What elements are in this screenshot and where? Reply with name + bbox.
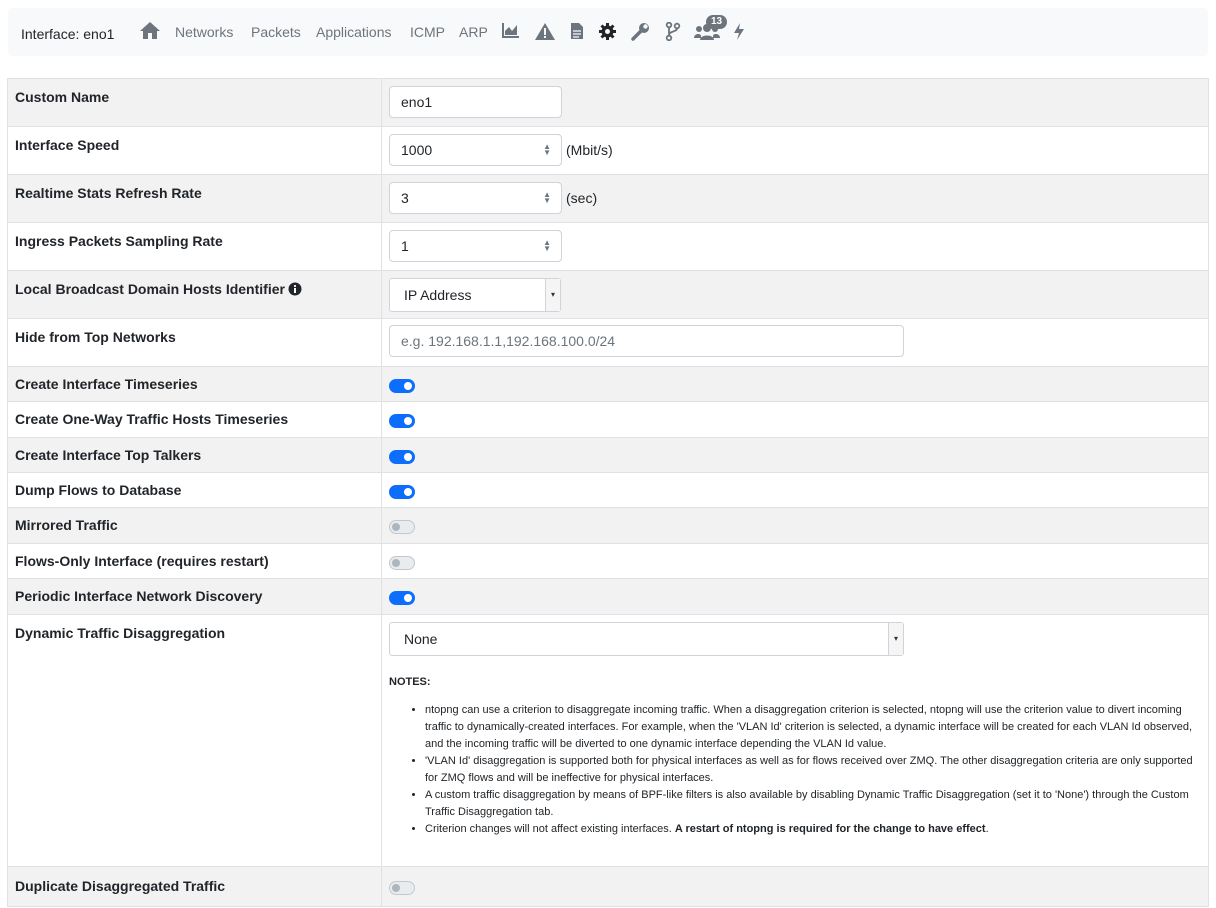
interface-title: Interface: eno1 [21, 26, 115, 42]
row-label: Realtime Stats Refresh Rate [7, 174, 382, 223]
row-toggle: Create Interface Top Talkers [7, 437, 1209, 473]
nav-packets[interactable]: Packets [251, 24, 301, 40]
sampling-rate-value: 1 [401, 238, 409, 254]
mirrored-traffic-toggle[interactable] [389, 520, 415, 535]
disaggregation-value: None [404, 631, 438, 647]
duplicate-traffic-toggle[interactable] [389, 881, 415, 896]
row-interface-speed: Interface Speed 1000 ▲ ▼ (Mbit/s) [7, 126, 1209, 175]
code-branch-icon[interactable] [665, 22, 681, 41]
top-talkers-toggle[interactable] [389, 450, 415, 465]
one-way-timeseries-toggle[interactable] [389, 414, 415, 429]
row-toggle: Flows-Only Interface (requires restart) [7, 543, 1209, 579]
row-sampling-rate: Ingress Packets Sampling Rate 1 ▲ ▼ [7, 222, 1209, 271]
row-label: Periodic Interface Network Discovery [7, 578, 382, 615]
row-label: Custom Name [7, 78, 382, 127]
info-icon[interactable] [288, 282, 302, 299]
warning-icon[interactable] [534, 22, 556, 41]
sampling-rate-input[interactable]: 1 ▲ ▼ [389, 230, 562, 262]
broadcast-identifier-value: IP Address [404, 287, 472, 303]
note-item: 'VLAN Id' disaggregation is supported bo… [425, 753, 1201, 787]
note-item: A custom traffic disaggregation by means… [425, 787, 1201, 821]
interface-timeseries-toggle[interactable] [389, 379, 415, 394]
users-count-badge: 13 [706, 15, 728, 29]
row-refresh-rate: Realtime Stats Refresh Rate 3 ▲ ▼ (sec) [7, 174, 1209, 223]
broadcast-identifier-label: Local Broadcast Domain Hosts Identifier [15, 281, 285, 297]
row-label: Dynamic Traffic Disaggregation [7, 614, 382, 867]
row-label: Duplicate Disaggregated Traffic [7, 866, 382, 907]
note-text: Criterion changes will not affect existi… [425, 823, 675, 835]
row-label: Dump Flows to Database [7, 472, 382, 508]
chevron-down-icon[interactable]: ▾ [888, 623, 903, 655]
row-custom-name: Custom Name eno1 [7, 78, 1209, 127]
spinner-icon[interactable]: ▲ ▼ [543, 143, 551, 157]
file-icon[interactable] [570, 22, 584, 40]
row-label: Create Interface Top Talkers [7, 437, 382, 473]
row-broadcast-identifier: Local Broadcast Domain Hosts Identifier … [7, 270, 1209, 319]
chevron-down-icon[interactable]: ▾ [545, 279, 560, 311]
disaggregation-select[interactable]: None ▾ [389, 622, 904, 656]
broadcast-identifier-select[interactable]: IP Address ▾ [389, 278, 561, 312]
note-text-end: . [985, 823, 989, 835]
home-icon[interactable] [139, 21, 161, 40]
row-label: Create One-Way Traffic Hosts Timeseries [7, 401, 382, 438]
interface-preferences-table: Custom Name eno1 Interface Speed 1000 ▲ ▼ (… [7, 78, 1209, 907]
notes-title: NOTES: [389, 676, 431, 688]
nav-applications[interactable]: Applications [316, 24, 392, 40]
row-toggle: Create Interface Timeseries [7, 366, 1209, 402]
note-item: ntopng can use a criterion to disaggrega… [425, 702, 1201, 753]
row-label: Interface Speed [7, 126, 382, 175]
row-toggle: Dump Flows to Database [7, 472, 1209, 508]
custom-name-input[interactable]: eno1 [389, 86, 562, 118]
spinner-icon[interactable]: ▲ ▼ [543, 191, 551, 205]
top-navbar: Interface: eno1 Networks Packets Applica… [8, 8, 1208, 56]
row-hide-networks: Hide from Top Networks e.g. 192.168.1.1,… [7, 318, 1209, 367]
flows-only-toggle[interactable] [389, 556, 415, 571]
row-label: Mirrored Traffic [7, 507, 382, 544]
wrench-icon[interactable] [631, 22, 650, 41]
refresh-rate-input[interactable]: 3 ▲ ▼ [389, 182, 562, 214]
row-label: Ingress Packets Sampling Rate [7, 222, 382, 271]
gear-icon[interactable] [598, 22, 617, 41]
interface-speed-value: 1000 [401, 142, 433, 158]
row-label: Hide from Top Networks [7, 318, 382, 367]
note-bold-text: A restart of ntopng is required for the … [674, 823, 986, 835]
row-toggle: Mirrored Traffic [7, 507, 1209, 544]
interface-speed-input[interactable]: 1000 ▲ ▼ [389, 134, 562, 166]
hide-networks-input[interactable]: e.g. 192.168.1.1,192.168.100.0/24 [389, 325, 904, 357]
row-duplicate-traffic: Duplicate Disaggregated Traffic [7, 866, 1209, 907]
interface-speed-unit: (Mbit/s) [566, 142, 613, 158]
row-label: Local Broadcast Domain Hosts Identifier [7, 270, 382, 319]
row-toggle: Create One-Way Traffic Hosts Timeseries [7, 401, 1209, 438]
chart-area-icon[interactable] [502, 22, 520, 38]
row-label: Create Interface Timeseries [7, 366, 382, 402]
row-disaggregation: Dynamic Traffic Disaggregation None ▾ NOT… [7, 614, 1209, 867]
nav-networks[interactable]: Networks [175, 24, 233, 40]
refresh-rate-unit: (sec) [566, 190, 598, 206]
nav-arp[interactable]: ARP [459, 24, 488, 40]
spinner-icon[interactable]: ▲ ▼ [543, 239, 551, 253]
refresh-rate-value: 3 [401, 190, 409, 206]
network-discovery-toggle[interactable] [389, 591, 415, 606]
note-item: Criterion changes will not affect existi… [425, 821, 1201, 838]
disaggregation-notes: NOTES: ntopng can use a criterion to dis… [389, 656, 1201, 838]
notes-list: ntopng can use a criterion to disaggrega… [389, 702, 1201, 838]
bolt-icon[interactable] [732, 22, 746, 41]
dump-flows-toggle[interactable] [389, 485, 415, 500]
row-label: Flows-Only Interface (requires restart) [7, 543, 382, 579]
row-toggle: Periodic Interface Network Discovery [7, 578, 1209, 615]
nav-icmp[interactable]: ICMP [410, 24, 445, 40]
